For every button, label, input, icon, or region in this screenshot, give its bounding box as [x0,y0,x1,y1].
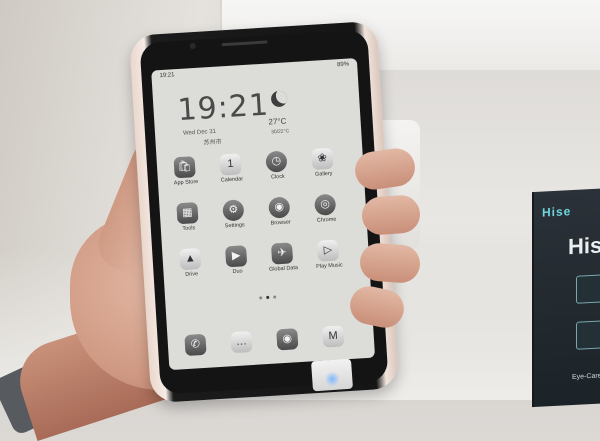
app-label: Global Data [268,265,299,273]
drive-icon: ▲ [179,247,202,271]
promo-sign: Hise His Eye-Care E [532,187,600,408]
app-label: Play Music [315,262,343,270]
app-label: Gallery [314,170,333,178]
gmail-icon[interactable]: M [322,325,345,348]
app-calendar[interactable]: 1 Calendar [210,153,252,197]
app-tools[interactable]: ▦ Tools [167,201,209,245]
app-chrome[interactable]: ◎ Chrome [305,193,347,237]
page-dot [273,295,277,299]
play-music-icon: ▷ [316,239,340,262]
app-clock[interactable]: ◷ Clock [256,150,298,194]
browser-icon: ◉ [268,196,291,219]
sign-feature-icon [576,320,600,350]
app-global-data[interactable]: ✈ Global Data [262,242,304,286]
tools-icon: ▦ [176,202,199,225]
finger [360,194,422,236]
clock-widget-date: Wed Dec 31 [182,128,217,137]
sign-footer: Eye-Care E [572,372,600,382]
sign-feature-icon [576,274,600,304]
app-label: Tools [182,225,196,233]
app-app-store[interactable]: 🛍 App Store [165,156,207,200]
app-label: Clock [270,173,285,181]
sign-brand: Hise [542,204,572,220]
app-label: App Store [173,178,199,187]
app-label: Duo [232,268,243,276]
messages-icon[interactable]: … [230,331,253,354]
app-settings[interactable]: ⚙ Settings [213,199,255,243]
camera-icon[interactable]: ◉ [276,328,299,351]
calendar-icon: 1 [219,153,242,176]
weather-range: 30/22°C [270,128,290,136]
gear-icon: ⚙ [222,199,245,222]
app-browser[interactable]: ◉ Browser [259,196,301,240]
weather-temperature: 27°C [268,116,287,127]
app-label: Browser [270,219,291,227]
usb-light [323,371,341,387]
app-drive[interactable]: ▲ Drive [170,247,212,291]
airplane-icon: ✈ [270,242,294,265]
e-ink-screen: 19:21 89% 19:21 Wed Dec 31 苏州市 27°C 30/2… [151,58,376,371]
app-duo[interactable]: ▶ Duo [216,245,258,289]
moon-icon [270,90,288,108]
sign-title: His [568,232,600,260]
app-label: Calendar [220,176,244,184]
gallery-icon: ❀ [311,147,334,170]
page-indicator [253,295,283,301]
status-battery: 89% [336,61,350,69]
status-time: 19:21 [159,72,175,80]
app-label: Drive [185,271,199,278]
finger [358,241,422,285]
app-label: Chrome [316,216,337,224]
video-call-icon: ▶ [225,245,248,268]
chrome-icon: ◎ [314,193,337,216]
phone-icon[interactable]: ✆ [184,333,207,357]
app-label: Settings [224,222,245,230]
page-dot [259,296,263,300]
app-play-music[interactable]: ▷ Play Music [308,239,350,283]
shopping-bag-icon: 🛍 [173,156,196,179]
app-gallery[interactable]: ❀ Gallery [302,147,344,191]
clock-icon: ◷ [265,150,288,173]
usb-cable-plug [311,358,353,392]
page-dot-active [266,295,270,300]
clock-widget-location: 苏州市 [203,139,222,147]
smartphone: 19:21 89% 19:21 Wed Dec 31 苏州市 27°C 30/2… [128,20,400,404]
clock-widget-time[interactable]: 19:21 [177,88,270,129]
